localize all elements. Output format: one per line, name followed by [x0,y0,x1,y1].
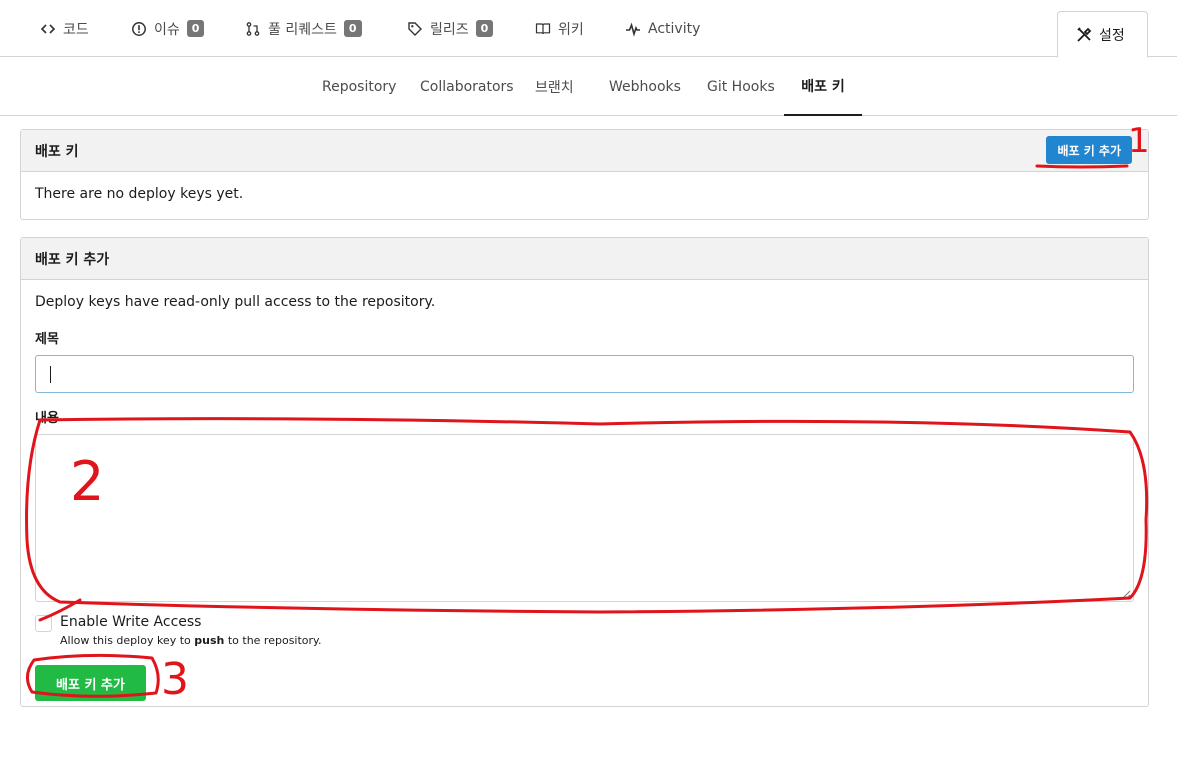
code-icon [40,21,56,37]
add-deploy-key-header: 배포 키 추가 [21,238,1148,280]
deploy-keys-panel: 배포 키 배포 키 추가 There are no deploy keys ye… [20,129,1149,220]
write-access-help: Allow this deploy key to push to the rep… [60,634,321,647]
write-access-label[interactable]: Enable Write Access [60,614,321,630]
add-deploy-key-title: 배포 키 추가 [35,251,110,268]
help-suffix: to the repository. [227,634,322,647]
title-input[interactable] [35,355,1134,393]
content-label: 내용 [35,411,59,426]
add-deploy-key-button[interactable]: 배포 키 추가 [1046,136,1132,164]
tab-label: Activity [648,20,701,37]
content-textarea[interactable] [35,434,1134,602]
count-badge: 0 [343,20,362,37]
pull-request-icon [245,21,261,37]
form-actions: 배포 키 추가 [35,665,1134,701]
title-label: 제목 [35,332,59,347]
tab-label: 위키 [558,21,584,38]
deploy-keys-body: There are no deploy keys yet. [21,172,1148,216]
count-badge: 0 [475,20,494,37]
text-caret [50,366,51,383]
tab-label: 풀 리퀘스트 [268,21,337,38]
count-badge: 0 [186,20,205,37]
settings-nav: Repository Collaborators 브랜치 Webhooks Gi… [0,57,1177,116]
tab-pull-requests[interactable]: 풀 리퀘스트 0 [245,0,362,57]
help-prefix: Allow this deploy key to [60,634,191,647]
resize-grip-icon[interactable] [1122,590,1131,599]
tab-releases[interactable]: 릴리즈 0 [407,0,494,57]
tab-label: 릴리즈 [430,21,469,38]
tab-label: 설정 [1099,27,1125,44]
pulse-icon [625,21,641,37]
repo-tab-bar: 코드 이슈 0 풀 리퀘스트 0 릴리즈 0 위키 Activity 설정 [0,0,1177,58]
settings-nav-repository[interactable]: Repository [322,57,396,116]
add-deploy-key-panel: 배포 키 추가 Deploy keys have read-only pull … [20,237,1149,707]
tab-wiki[interactable]: 위키 [535,0,584,57]
settings-nav-git-hooks[interactable]: Git Hooks [707,57,775,116]
tab-label: 이슈 [154,21,180,38]
write-access-field: Enable Write Access Allow this deploy ke… [35,614,1134,647]
tab-issues[interactable]: 이슈 0 [131,0,205,57]
help-bold: push [194,634,225,647]
deploy-keys-header: 배포 키 배포 키 추가 [21,130,1148,172]
tab-activity[interactable]: Activity [625,0,700,57]
tab-settings[interactable]: 설정 [1057,11,1148,58]
settings-nav-branches[interactable]: 브랜치 [535,57,574,116]
book-icon [535,21,551,37]
settings-nav-collaborators[interactable]: Collaborators [420,57,514,116]
add-deploy-key-form: Deploy keys have read-only pull access t… [21,280,1148,715]
tab-code[interactable]: 코드 [40,0,89,57]
submit-deploy-key-button[interactable]: 배포 키 추가 [35,665,146,701]
tag-icon [407,21,423,37]
tools-icon [1076,26,1092,43]
form-description: Deploy keys have read-only pull access t… [35,294,436,310]
write-access-checkbox[interactable] [35,615,52,632]
tab-label: 코드 [63,21,89,38]
settings-nav-deploy-keys[interactable]: 배포 키 [784,57,862,116]
deploy-keys-title: 배포 키 [35,143,79,160]
empty-state-text: There are no deploy keys yet. [35,186,244,202]
issue-icon [131,21,147,37]
settings-nav-webhooks[interactable]: Webhooks [609,57,681,116]
